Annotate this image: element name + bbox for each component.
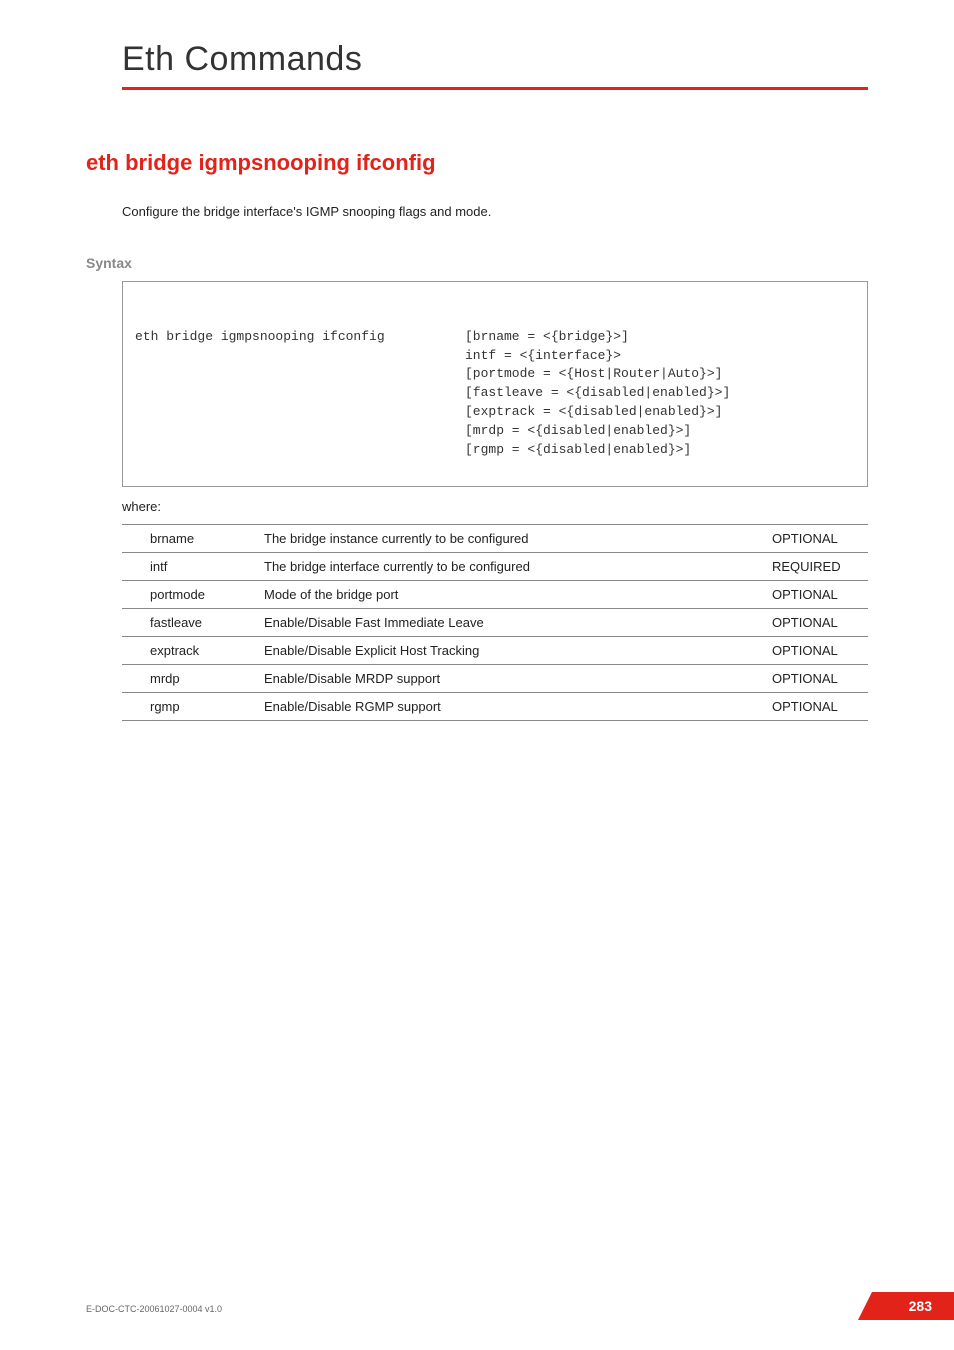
param-name: brname	[122, 525, 260, 553]
command-title: eth bridge igmpsnooping ifconfig	[86, 150, 868, 176]
param-req: OPTIONAL	[768, 525, 868, 553]
param-desc: Enable/Disable Fast Immediate Leave	[260, 609, 768, 637]
page-badge: 283	[858, 1292, 954, 1320]
param-desc: Enable/Disable RGMP support	[260, 693, 768, 721]
where-label: where:	[122, 499, 868, 514]
table-row: mrdp Enable/Disable MRDP support OPTIONA…	[122, 665, 868, 693]
param-name: exptrack	[122, 637, 260, 665]
param-desc: The bridge instance currently to be conf…	[260, 525, 768, 553]
page-number: 283	[909, 1298, 932, 1314]
table-row: brname The bridge instance currently to …	[122, 525, 868, 553]
doc-id: E-DOC-CTC-20061027-0004 v1.0	[86, 1304, 222, 1314]
param-desc: Mode of the bridge port	[260, 581, 768, 609]
table-row: portmode Mode of the bridge port OPTIONA…	[122, 581, 868, 609]
param-desc: The bridge interface currently to be con…	[260, 553, 768, 581]
syntax-arguments: [brname = <{bridge}>] intf = <{interface…	[465, 328, 855, 460]
param-req: OPTIONAL	[768, 693, 868, 721]
chapter-rule	[122, 87, 868, 90]
table-row: exptrack Enable/Disable Explicit Host Tr…	[122, 637, 868, 665]
table-row: rgmp Enable/Disable RGMP support OPTIONA…	[122, 693, 868, 721]
param-req: OPTIONAL	[768, 581, 868, 609]
table-row: intf The bridge interface currently to b…	[122, 553, 868, 581]
chapter-title: Eth Commands	[122, 40, 868, 79]
params-table: brname The bridge instance currently to …	[122, 524, 868, 721]
param-name: rgmp	[122, 693, 260, 721]
param-name: intf	[122, 553, 260, 581]
param-desc: Enable/Disable Explicit Host Tracking	[260, 637, 768, 665]
param-name: fastleave	[122, 609, 260, 637]
param-req: OPTIONAL	[768, 637, 868, 665]
param-req: OPTIONAL	[768, 609, 868, 637]
command-description: Configure the bridge interface's IGMP sn…	[122, 204, 868, 219]
param-name: portmode	[122, 581, 260, 609]
syntax-command: eth bridge igmpsnooping ifconfig	[135, 328, 465, 460]
page-footer: E-DOC-CTC-20061027-0004 v1.0 283	[86, 1292, 954, 1320]
syntax-label: Syntax	[86, 255, 868, 271]
syntax-box: eth bridge igmpsnooping ifconfig [brname…	[122, 281, 868, 487]
param-desc: Enable/Disable MRDP support	[260, 665, 768, 693]
param-req: REQUIRED	[768, 553, 868, 581]
table-row: fastleave Enable/Disable Fast Immediate …	[122, 609, 868, 637]
param-req: OPTIONAL	[768, 665, 868, 693]
param-name: mrdp	[122, 665, 260, 693]
